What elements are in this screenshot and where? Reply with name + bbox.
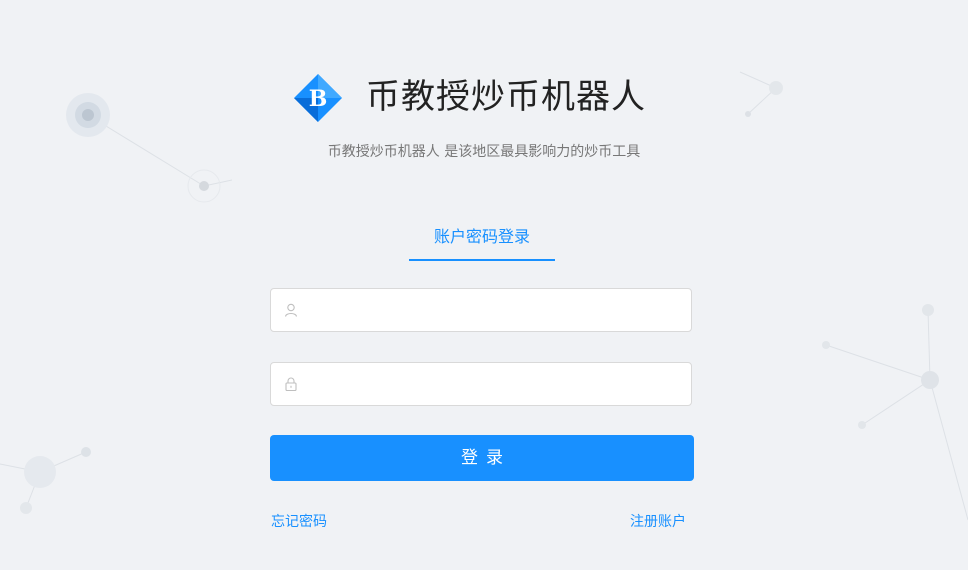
password-field[interactable] — [270, 362, 692, 406]
forgot-password-link[interactable]: 忘记密码 — [271, 512, 327, 532]
lock-icon — [285, 377, 297, 392]
svg-text:B: B — [309, 86, 328, 112]
username-input[interactable] — [307, 289, 683, 331]
register-account-link[interactable]: 注册账户 — [630, 512, 686, 532]
app-title: 币教授炒币机器人 — [366, 77, 646, 117]
password-input[interactable] — [307, 363, 683, 405]
diamond-logo-icon: B — [294, 74, 342, 122]
app-header: B 币教授炒币机器人 — [0, 70, 968, 126]
login-button[interactable]: 登录 — [270, 435, 694, 481]
tab-active-indicator — [409, 259, 555, 261]
tab-account-password-login[interactable]: 账户密码登录 — [409, 226, 555, 248]
user-icon — [284, 303, 298, 317]
app-subtitle: 币教授炒币机器人 是该地区最具影响力的炒币工具 — [327, 144, 641, 160]
username-field[interactable] — [270, 288, 692, 332]
